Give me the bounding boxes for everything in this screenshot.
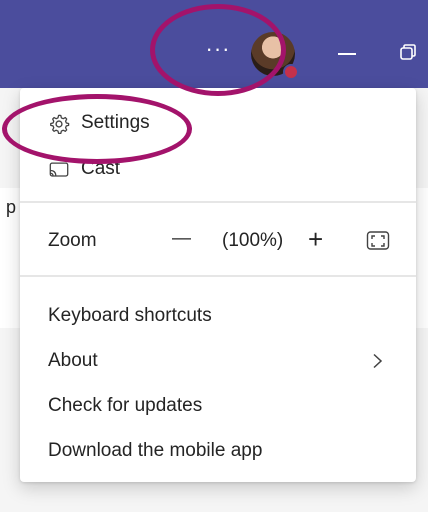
minimize-icon[interactable] [338, 53, 356, 55]
menu-divider [20, 275, 416, 277]
settings-and-more-menu: Settings Cast Zoom — (100%) + Keyboard s… [20, 88, 416, 482]
zoom-in-button[interactable]: + [308, 224, 323, 255]
menu-divider [20, 201, 416, 203]
background-partial-text: p [6, 197, 17, 217]
check-for-updates-label: Check for updates [48, 395, 203, 416]
zoom-label: Zoom [48, 230, 97, 251]
menu-item-download-mobile-app[interactable]: Download the mobile app [20, 440, 416, 466]
about-label: About [48, 350, 98, 371]
cast-label: Cast [81, 158, 121, 179]
menu-item-cast[interactable]: Cast [20, 158, 416, 184]
fullscreen-icon[interactable] [366, 230, 390, 252]
menu-item-settings[interactable]: Settings [20, 112, 416, 138]
cast-icon [49, 162, 69, 177]
zoom-out-button[interactable]: — [172, 228, 191, 250]
chevron-right-icon [373, 353, 383, 369]
presence-badge [283, 64, 299, 80]
gear-icon [50, 114, 70, 134]
settings-label: Settings [81, 112, 150, 133]
download-mobile-app-label: Download the mobile app [48, 440, 263, 461]
keyboard-shortcuts-label: Keyboard shortcuts [48, 305, 212, 326]
zoom-row: Zoom [20, 230, 416, 256]
more-options-button[interactable]: ··· [203, 38, 233, 66]
menu-item-check-for-updates[interactable]: Check for updates [20, 395, 416, 421]
zoom-value: (100%) [222, 230, 284, 251]
restore-icon[interactable] [400, 44, 416, 60]
menu-item-about[interactable]: About [20, 350, 416, 376]
menu-item-keyboard-shortcuts[interactable]: Keyboard shortcuts [20, 305, 416, 331]
